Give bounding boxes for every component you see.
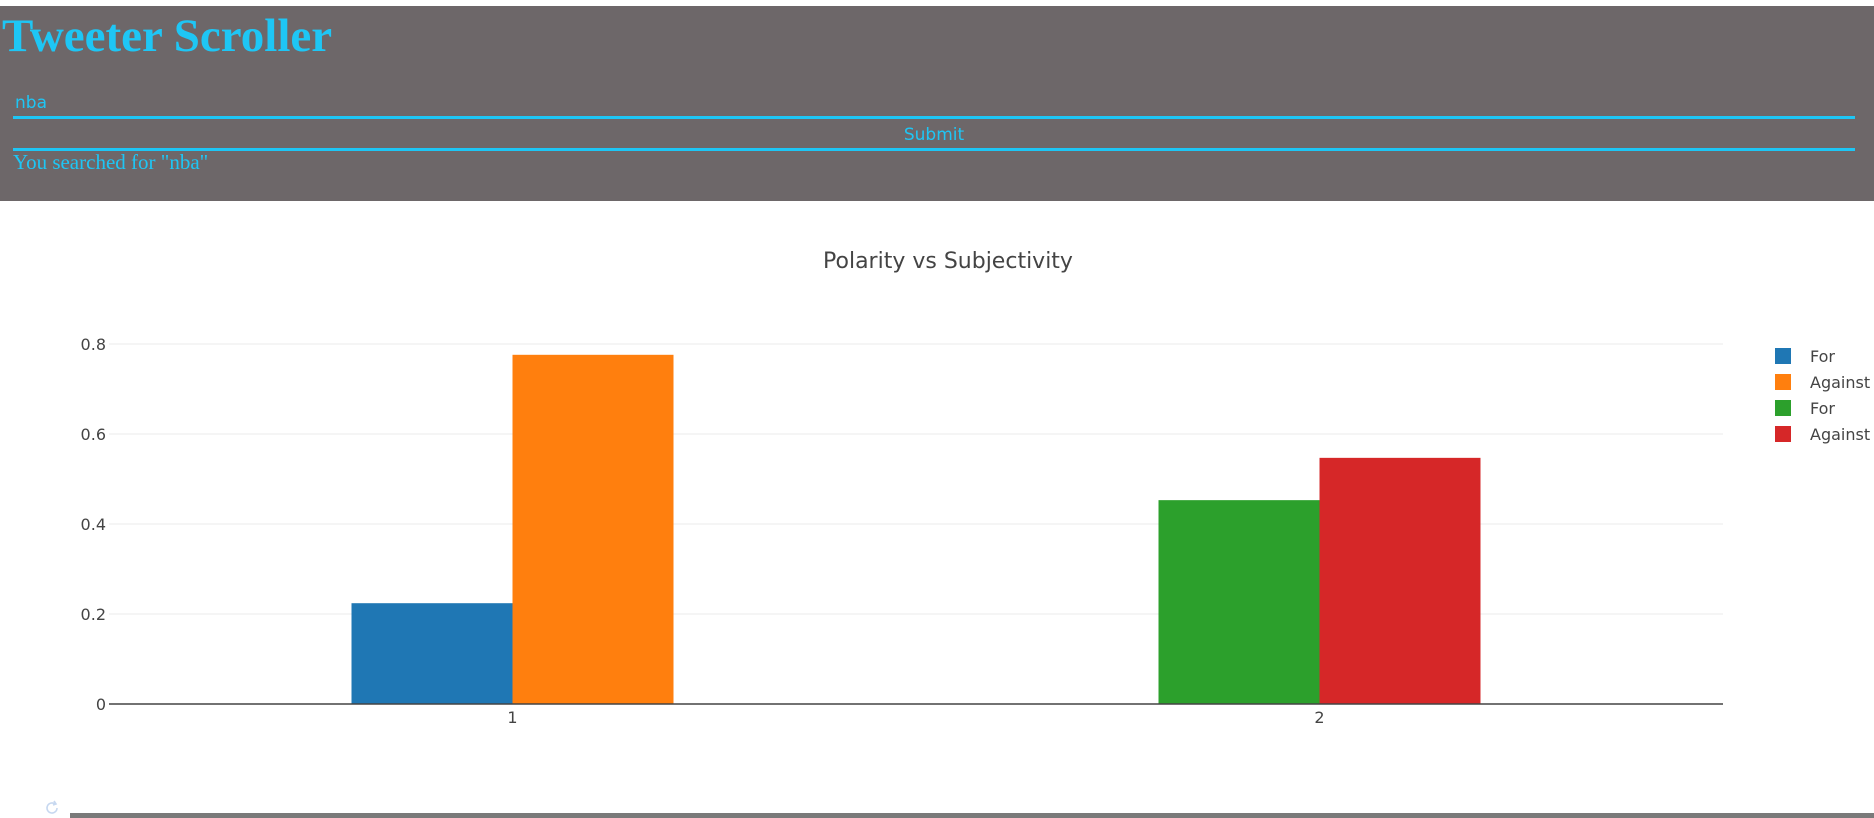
legend-label[interactable]: For: [1810, 399, 1835, 418]
legend-swatch[interactable]: [1775, 348, 1791, 364]
y-tick-label: 0.2: [81, 605, 106, 624]
header: Tweeter Scroller Submit You searched for…: [0, 6, 1874, 201]
search-input[interactable]: [13, 89, 1855, 119]
submit-button[interactable]: Submit: [13, 122, 1855, 151]
search-feedback: You searched for "nba": [13, 150, 209, 174]
legend-swatch[interactable]: [1775, 400, 1791, 416]
x-tick-label: 1: [507, 708, 517, 727]
chart-title: Polarity vs Subjectivity: [823, 249, 1073, 274]
legend-swatch[interactable]: [1775, 374, 1791, 390]
chart: Polarity vs Subjectivity 0 0.2 0.4 0.6 0.8 1 2…: [81, 249, 1871, 727]
app-title: Tweeter Scroller: [2, 10, 333, 62]
x-tick-label: 2: [1314, 708, 1324, 727]
bar[interactable]: [1158, 500, 1320, 704]
bottom-scrollbar[interactable]: [70, 813, 1874, 818]
reload-icon[interactable]: [42, 798, 62, 818]
y-tick-label: 0.4: [81, 515, 106, 534]
bar[interactable]: [1319, 457, 1481, 704]
legend-label[interactable]: For: [1810, 347, 1835, 366]
y-tick-label: 0: [96, 695, 106, 714]
legend-label[interactable]: Against: [1810, 425, 1870, 444]
grid: [109, 343, 1723, 615]
bar[interactable]: [512, 354, 674, 704]
y-tick-label: 0.8: [81, 335, 106, 354]
bars: [351, 354, 1481, 704]
legend-label[interactable]: Against: [1810, 373, 1870, 392]
legend-swatch[interactable]: [1775, 426, 1791, 442]
legend: For Against For Against: [1775, 347, 1870, 444]
y-tick-label: 0.6: [81, 425, 106, 444]
bar[interactable]: [351, 603, 513, 704]
